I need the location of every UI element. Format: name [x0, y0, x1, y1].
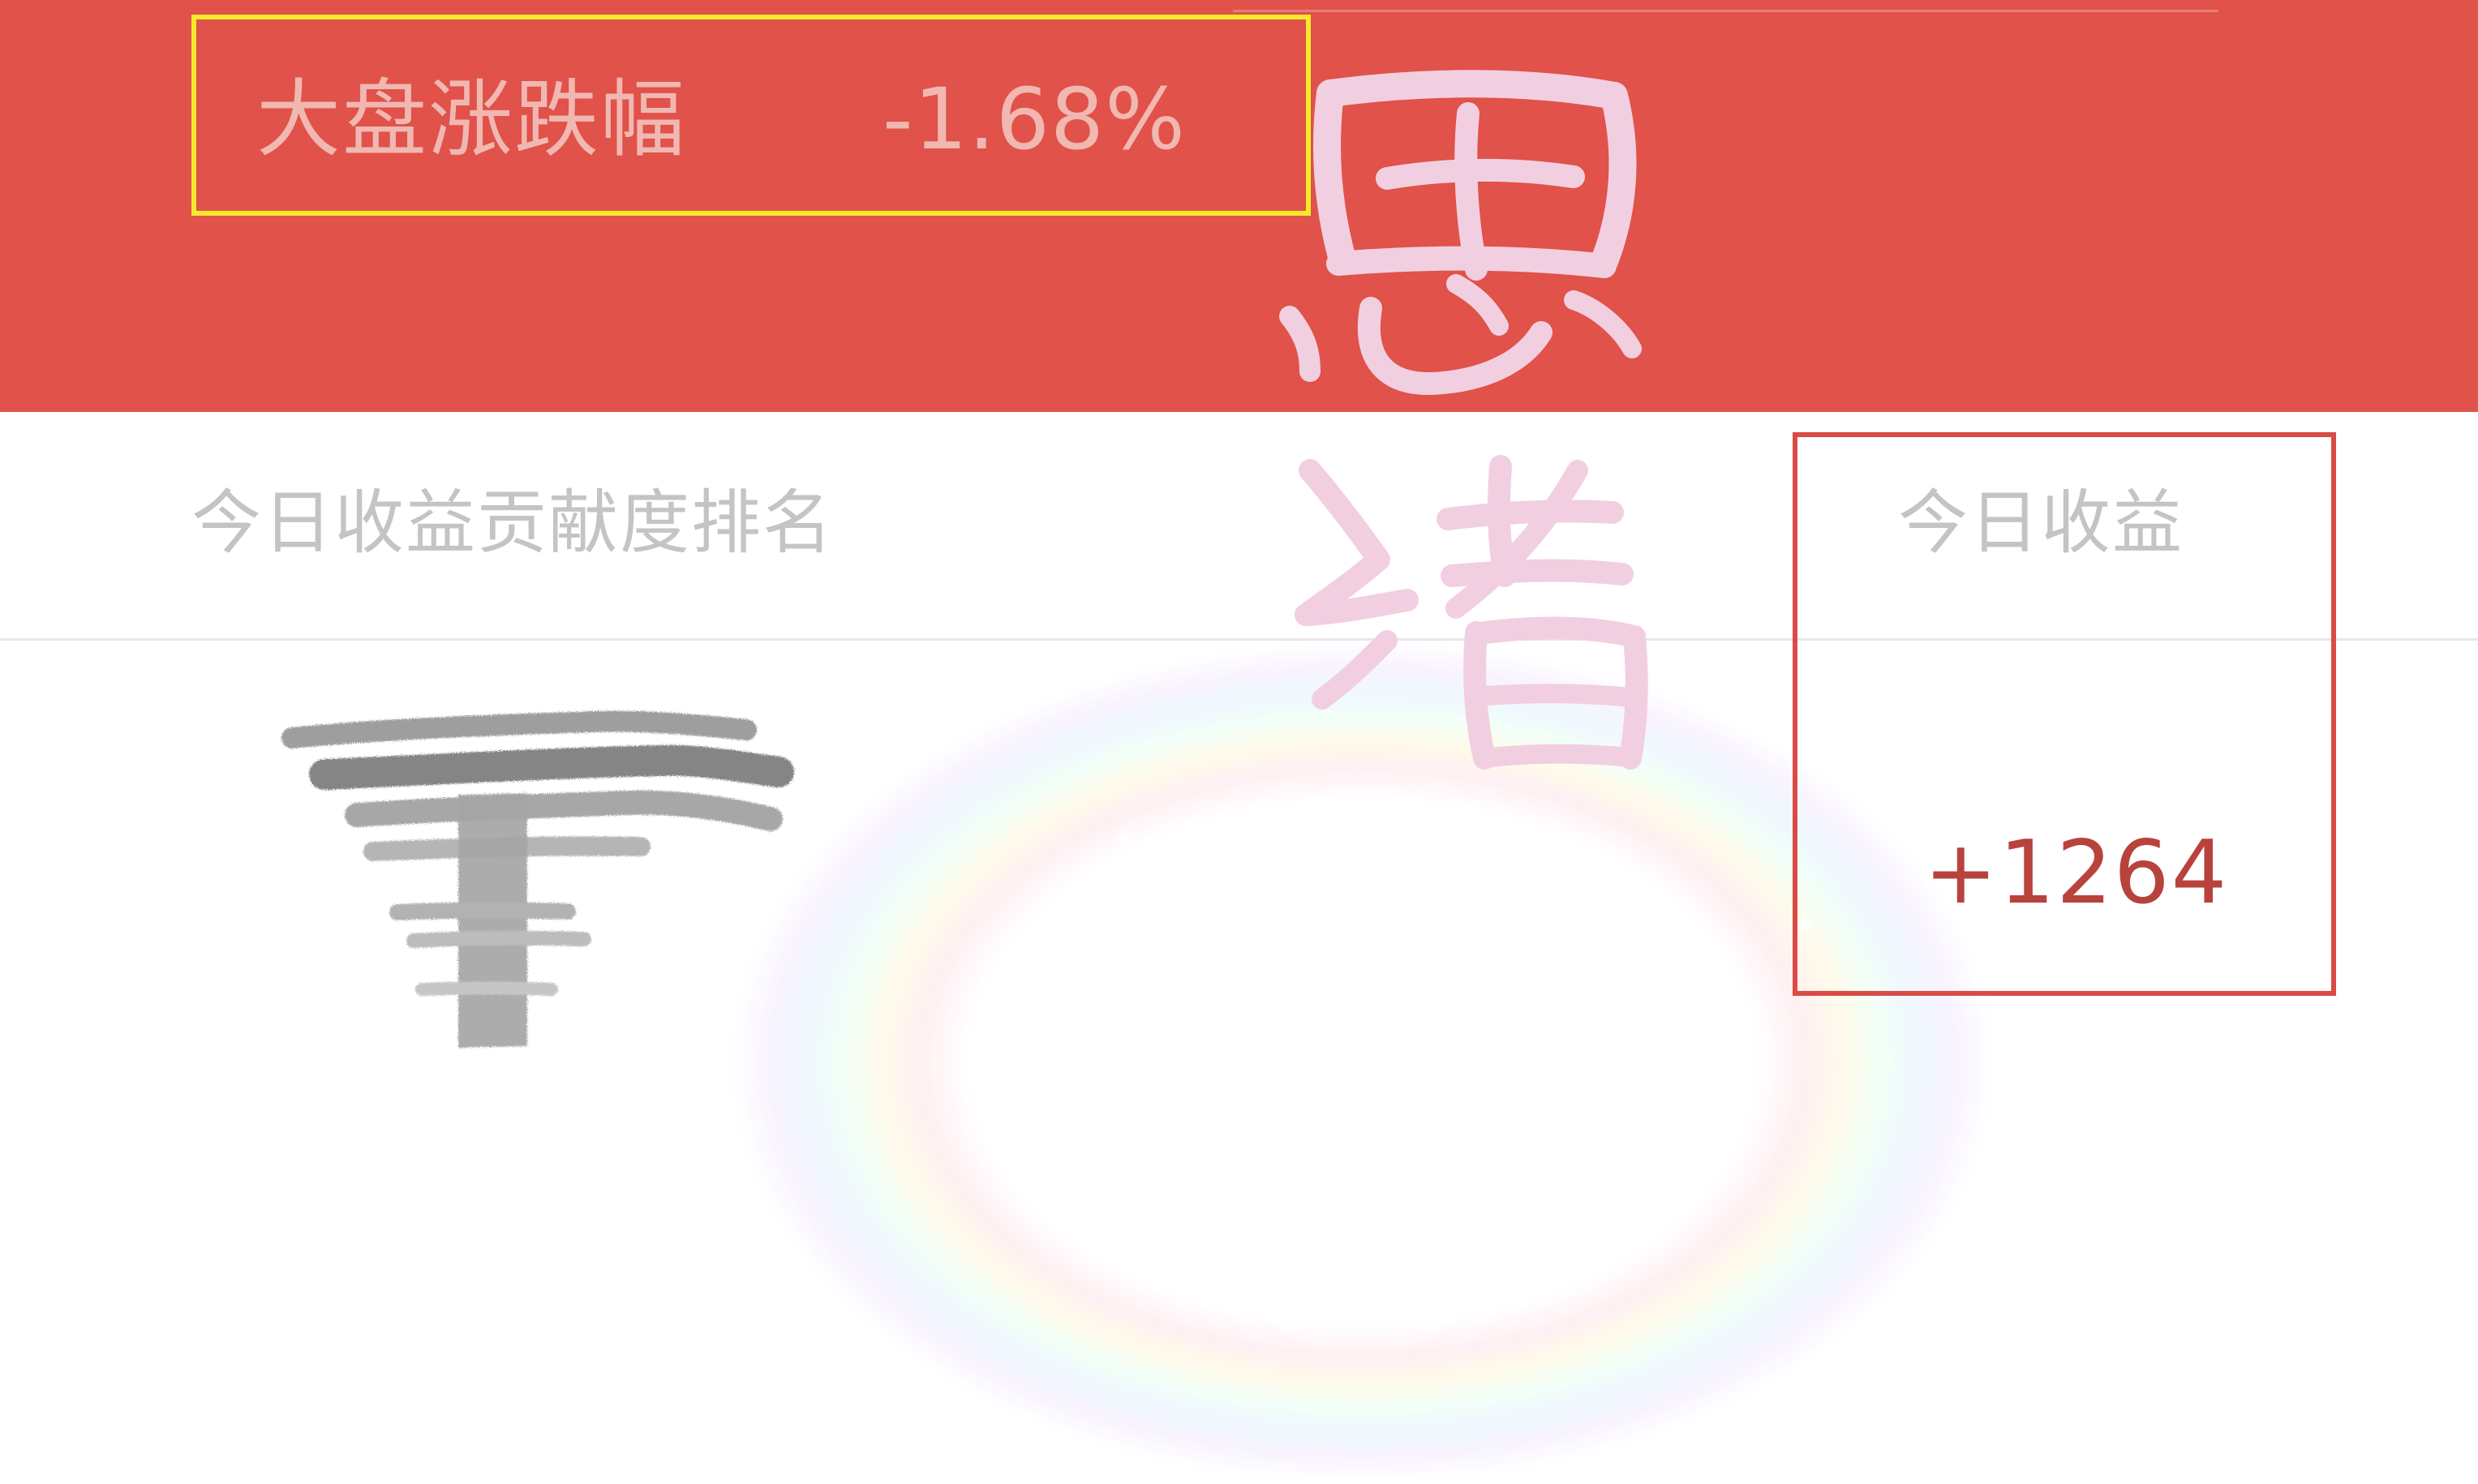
redacted-avatar-scribble: [281, 710, 794, 1048]
sparkle-decoration: [1119, 835, 1127, 843]
ranking-header: 今日收益贡献度排名: [191, 483, 834, 564]
sparkle-decoration: [1561, 850, 1570, 858]
header-top-divider: [1233, 10, 2218, 12]
handwritten-characters: [1279, 70, 1648, 770]
market-change-value: -1.68%: [883, 70, 1186, 169]
market-change-label: 大盘涨跌幅: [256, 70, 687, 169]
today-earnings-value: +1264: [1924, 822, 2229, 924]
